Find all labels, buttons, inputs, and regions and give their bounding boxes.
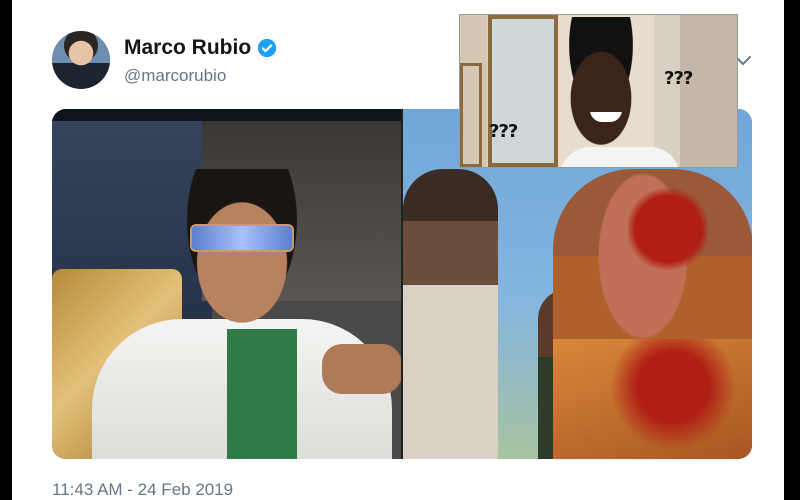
meme-door <box>680 15 737 167</box>
tweet-card: Marco Rubio @marcorubio ??? ??? 11:43 AM… <box>12 0 784 500</box>
photo-right-blood <box>628 184 708 274</box>
author-name[interactable]: Marco Rubio <box>124 36 251 60</box>
meme-picture-frame-left <box>460 63 482 167</box>
photo-left-sunglasses <box>190 224 294 252</box>
meme-question-marks-left: ??? <box>489 121 518 142</box>
meme-face <box>548 17 654 157</box>
tweet-timestamp[interactable]: 11:43 AM - 24 Feb 2019 <box>52 480 233 500</box>
meme-shirt <box>560 147 680 167</box>
photo-left-hands <box>322 344 401 394</box>
photo-left-head <box>172 169 312 339</box>
author-handle[interactable]: @marcorubio <box>124 66 226 86</box>
meme-question-marks-right: ??? <box>664 68 693 89</box>
photo-left-green-shirt <box>227 329 297 459</box>
avatar[interactable] <box>52 31 110 89</box>
author-row: Marco Rubio <box>124 36 277 60</box>
photo-right-shirt <box>553 339 752 459</box>
verified-badge-icon <box>258 38 277 58</box>
photo-right-left-figure <box>403 169 498 459</box>
media-photo-left[interactable] <box>52 109 401 459</box>
meme-overlay: ??? ??? <box>459 14 738 168</box>
